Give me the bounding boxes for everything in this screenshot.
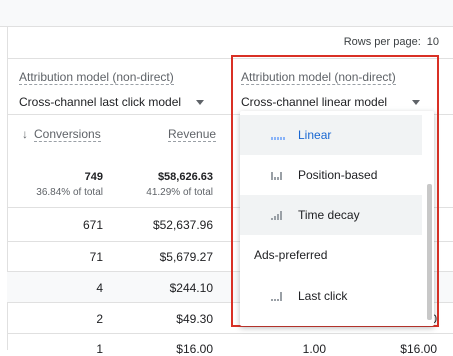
revenue-header-label: Revenue — [168, 127, 217, 142]
attribution-model-value: Cross-channel last click model — [19, 95, 182, 109]
linear-icon — [271, 130, 285, 140]
row-revenue: $5,679.27 — [159, 250, 213, 264]
row-revenue: $16.00 — [176, 342, 213, 356]
sort-descending-icon: ↓ — [22, 127, 28, 141]
menu-item-label: Time decay — [298, 208, 360, 222]
time-decay-icon — [271, 210, 285, 220]
total-revenue-percent: 41.29% of total — [146, 187, 213, 198]
menu-item-linear[interactable]: Linear — [240, 115, 422, 155]
divider — [7, 333, 453, 334]
attribution-model-select-left[interactable]: Cross-channel last click model — [19, 95, 205, 109]
total-conversions: 749 — [84, 171, 103, 183]
rows-per-page-label: Rows per page: — [343, 36, 421, 48]
row-revenue: $244.10 — [169, 281, 213, 295]
row-conversions: 4 — [96, 281, 103, 295]
dimension-title: Attribution model (non-direct) — [19, 70, 174, 85]
menu-group-label: Ads-preferred — [254, 248, 328, 262]
top-toolbar-strip — [0, 0, 453, 27]
revenue-header[interactable]: Revenue — [168, 127, 217, 142]
dropdown-scrollbar[interactable] — [427, 184, 432, 320]
attribution-model-dropdown: Linear Position-based Time decay Ads-pre… — [240, 111, 434, 326]
row-conversions: 671 — [82, 218, 103, 232]
menu-item-label: Last click — [298, 289, 348, 303]
menu-item-time-decay[interactable]: Time decay — [240, 195, 422, 235]
total-conversions-percent: 36.84% of total — [36, 187, 103, 198]
menu-item-label: Linear — [298, 128, 332, 142]
conversions-header-label: Conversions — [34, 127, 101, 142]
rows-per-page: Rows per page: 10 — [344, 36, 439, 48]
row-conversions-right: 1.00 — [302, 342, 326, 356]
row-conversions: 71 — [89, 250, 103, 264]
conversions-header[interactable]: ↓ Conversions — [22, 127, 101, 142]
menu-item-last-click[interactable]: Last click — [240, 276, 422, 316]
rows-per-page-select[interactable]: 10 — [427, 36, 439, 48]
row-conversions: 1 — [96, 342, 103, 356]
menu-item-label: Position-based — [298, 168, 378, 182]
row-conversions: 2 — [96, 312, 103, 326]
position-based-icon — [271, 170, 285, 180]
column-header-left: Attribution model (non-direct) Cross-cha… — [19, 68, 205, 109]
row-revenue: $49.30 — [176, 312, 213, 326]
row-revenue-right: $16.00 — [400, 342, 437, 356]
total-revenue: $58,626.63 — [157, 171, 213, 183]
row-revenue: $52,637.96 — [152, 218, 213, 232]
chevron-down-icon — [196, 99, 205, 105]
last-click-icon — [271, 291, 285, 301]
menu-item-position-based[interactable]: Position-based — [240, 155, 422, 195]
